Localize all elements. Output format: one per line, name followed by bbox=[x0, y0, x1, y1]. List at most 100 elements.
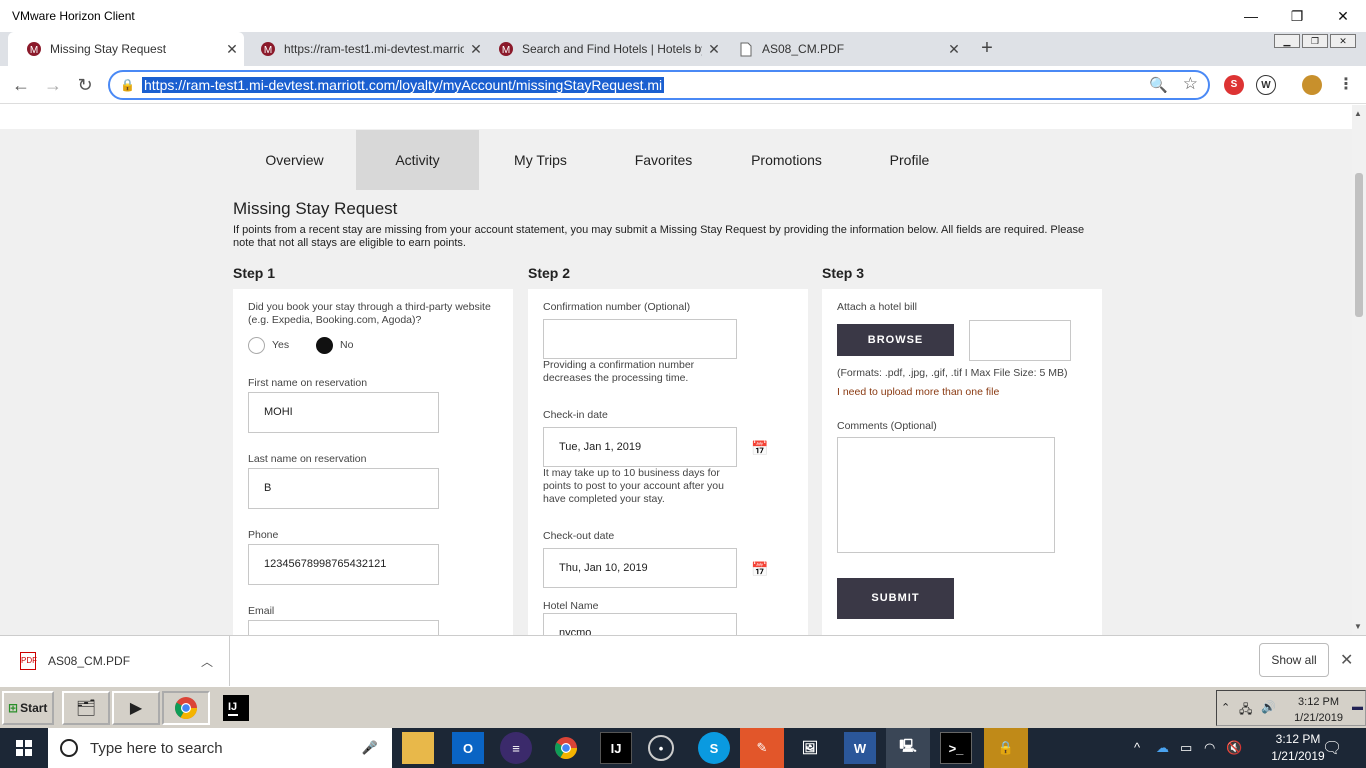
nav-favorites[interactable]: Favorites bbox=[602, 130, 725, 190]
nav-activity[interactable]: Activity bbox=[356, 130, 479, 190]
scroll-up-icon[interactable]: ▲ bbox=[1354, 109, 1362, 118]
intellij-taskbar-icon[interactable]: IJ bbox=[600, 732, 632, 764]
zoom-icon[interactable]: 🔍 bbox=[1149, 76, 1168, 94]
download-item[interactable]: PDF AS08_CM.PDF ︿ bbox=[0, 636, 230, 686]
checkin-field[interactable]: Tue, Jan 1, 2019 bbox=[543, 427, 737, 467]
checkin-help: It may take up to 10 business days for p… bbox=[543, 467, 724, 505]
skype-icon[interactable]: S bbox=[698, 732, 730, 764]
confirmation-field[interactable] bbox=[543, 319, 737, 359]
remote-start-button[interactable]: ⊞ Start bbox=[2, 691, 54, 725]
account-nav: Overview Activity My Trips Favorites Pro… bbox=[233, 130, 971, 190]
forward-arrow-icon[interactable]: → bbox=[42, 74, 64, 96]
speaker-muted-icon[interactable]: 🔇 bbox=[1226, 740, 1242, 756]
wifi-icon[interactable]: ◠ bbox=[1204, 740, 1215, 756]
minimize-button[interactable]: — bbox=[1228, 0, 1274, 32]
marriott-favicon-icon: M bbox=[26, 41, 42, 57]
obs-icon[interactable]: • bbox=[648, 735, 674, 761]
eclipse-icon[interactable]: ≡ bbox=[500, 732, 532, 764]
nav-my-trips[interactable]: My Trips bbox=[479, 130, 602, 190]
scrollbar-thumb[interactable] bbox=[1355, 173, 1363, 317]
taskbar-search-box[interactable]: Type here to search 🎤 bbox=[48, 728, 392, 768]
tab-ram-test[interactable]: M https://ram-test1.mi-devtest.marriot ✕ bbox=[242, 32, 488, 66]
window-title: VMware Horizon Client bbox=[12, 9, 135, 23]
more-files-link[interactable]: I need to upload more than one file bbox=[837, 386, 999, 398]
tray-expand-icon[interactable]: ^ bbox=[1134, 740, 1140, 755]
back-arrow-icon[interactable]: ← bbox=[10, 74, 32, 96]
calendar-icon[interactable]: 📅 bbox=[751, 440, 768, 457]
radio-yes[interactable] bbox=[248, 337, 265, 354]
chrome-taskbar-icon[interactable] bbox=[550, 732, 582, 764]
folder-icon[interactable]: 🗂 bbox=[62, 691, 110, 725]
svg-text:M: M bbox=[502, 45, 510, 56]
reload-icon[interactable]: ↻ bbox=[74, 74, 96, 96]
hotel-name-select[interactable]: nycmo bbox=[543, 613, 737, 635]
close-tab-icon[interactable]: ✕ bbox=[220, 41, 244, 58]
extension-w-icon[interactable]: W bbox=[1256, 75, 1276, 95]
vm-restore-icon[interactable]: ❐ bbox=[1302, 34, 1328, 48]
profile-avatar[interactable] bbox=[1302, 75, 1322, 95]
terminal-icon[interactable]: >_ bbox=[940, 732, 972, 764]
network-icon[interactable]: 🖧 bbox=[1239, 700, 1252, 721]
restore-button[interactable]: ❐ bbox=[1274, 0, 1320, 32]
lock-app-icon[interactable]: 🔒 bbox=[984, 728, 1028, 768]
phone-field[interactable]: 12345678998765432121 bbox=[248, 544, 439, 585]
tab-title: Search and Find Hotels | Hotels by M bbox=[522, 42, 702, 56]
email-field[interactable] bbox=[248, 620, 439, 635]
nav-overview[interactable]: Overview bbox=[233, 130, 356, 190]
tab-pdf[interactable]: AS08_CM.PDF ✕ bbox=[720, 32, 966, 66]
outlook-icon[interactable]: O bbox=[452, 732, 484, 764]
microphone-icon[interactable]: 🎤 bbox=[362, 740, 378, 756]
photos-icon[interactable]: 🖼 bbox=[794, 732, 826, 764]
calendar-icon[interactable]: 📅 bbox=[751, 561, 768, 578]
confirmation-help: Providing a confirmation number decrease… bbox=[543, 359, 695, 384]
file-name-field[interactable] bbox=[969, 320, 1071, 361]
bookmark-star-icon[interactable]: ☆ bbox=[1183, 74, 1198, 94]
extension-s-icon[interactable]: S bbox=[1224, 75, 1244, 95]
chrome-icon[interactable] bbox=[162, 691, 210, 725]
menu-kebab-icon[interactable]: ⋮ bbox=[1336, 75, 1356, 95]
radio-no-label: No bbox=[340, 339, 354, 351]
host-clock[interactable]: 3:12 PM 1/21/2019 bbox=[1268, 731, 1328, 765]
start-label: Start bbox=[20, 701, 48, 715]
new-tab-button[interactable]: + bbox=[976, 38, 998, 60]
first-name-field[interactable]: MOHI bbox=[248, 392, 439, 433]
close-downloads-icon[interactable]: ✕ bbox=[1340, 650, 1353, 670]
url-text[interactable]: https://ram-test1.mi-devtest.marriott.co… bbox=[142, 77, 665, 93]
submit-button[interactable]: SUBMIT bbox=[837, 578, 954, 619]
show-all-button[interactable]: Show all bbox=[1259, 643, 1329, 677]
close-tab-icon[interactable]: ✕ bbox=[942, 41, 966, 58]
svg-text:IJ: IJ bbox=[228, 701, 237, 713]
battery-icon[interactable]: ▭ bbox=[1180, 740, 1192, 756]
address-bar[interactable]: 🔒 https://ram-test1.mi-devtest.marriott.… bbox=[108, 70, 1210, 100]
tab-search-hotels[interactable]: M Search and Find Hotels | Hotels by M ✕ bbox=[480, 32, 726, 66]
browse-button[interactable]: BROWSE bbox=[837, 324, 954, 356]
nav-profile[interactable]: Profile bbox=[848, 130, 971, 190]
nav-promotions[interactable]: Promotions bbox=[725, 130, 848, 190]
comments-textarea[interactable] bbox=[837, 437, 1055, 553]
volume-icon[interactable]: 🔊 bbox=[1261, 700, 1276, 714]
page-scrollbar[interactable]: ▲ ▼ bbox=[1352, 105, 1366, 635]
step2-panel: Confirmation number (Optional) Providing… bbox=[528, 289, 808, 635]
radio-no[interactable] bbox=[316, 337, 333, 354]
vm-close-icon[interactable]: ✕ bbox=[1330, 34, 1356, 48]
vmware-horizon-icon[interactable]: 🖳 bbox=[886, 728, 930, 768]
vm-minimize-icon[interactable]: ▁ bbox=[1274, 34, 1300, 48]
scroll-down-icon[interactable]: ▼ bbox=[1354, 622, 1362, 631]
chevron-up-icon[interactable]: ︿ bbox=[201, 653, 213, 670]
desktop-icon[interactable]: ▬ bbox=[1352, 701, 1363, 713]
notification-icon[interactable]: 🗨 bbox=[1322, 738, 1342, 758]
checkout-field[interactable]: Thu, Jan 10, 2019 bbox=[543, 548, 737, 588]
tab-missing-stay[interactable]: M Missing Stay Request ✕ bbox=[8, 32, 244, 66]
page-header-strip bbox=[0, 105, 1352, 129]
tray-chevron-icon[interactable]: ⌃ bbox=[1221, 701, 1230, 714]
media-player-icon[interactable]: ▶ bbox=[112, 691, 160, 725]
last-name-field[interactable]: B bbox=[248, 468, 439, 509]
intellij-icon[interactable]: IJ bbox=[212, 691, 260, 725]
postman-icon[interactable]: ✎ bbox=[740, 728, 784, 768]
close-window-button[interactable]: ✕ bbox=[1320, 0, 1366, 32]
file-explorer-icon[interactable] bbox=[402, 732, 434, 764]
onedrive-icon[interactable]: ☁ bbox=[1156, 740, 1169, 756]
marriott-favicon-icon: M bbox=[498, 41, 514, 57]
word-icon[interactable]: W bbox=[844, 732, 876, 764]
windows-start-icon[interactable] bbox=[0, 728, 48, 768]
